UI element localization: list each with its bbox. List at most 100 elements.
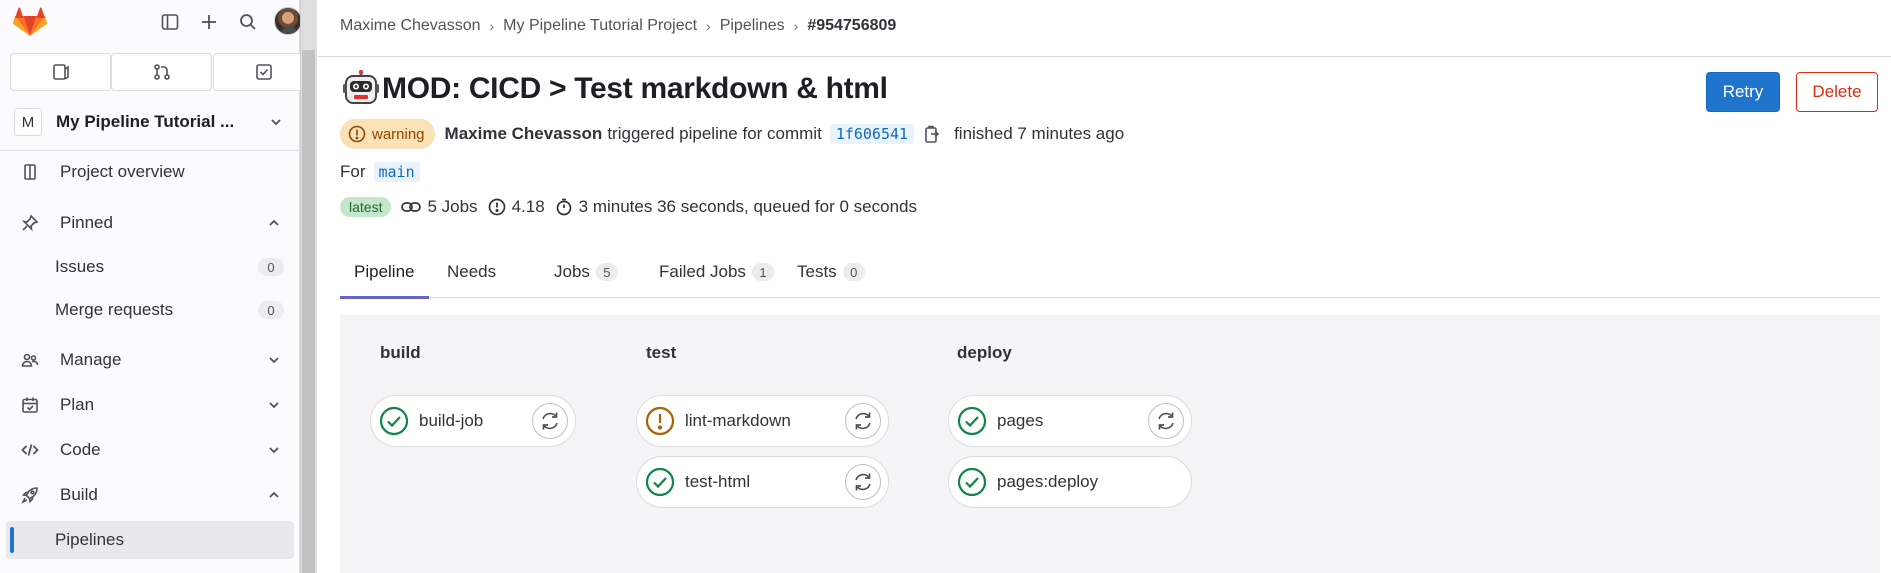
commit-sha-link[interactable]: 1f606541 xyxy=(829,124,915,144)
tab-needs[interactable]: Needs xyxy=(447,246,496,298)
nav-label: Project overview xyxy=(60,162,185,181)
search-icon[interactable] xyxy=(236,10,260,34)
warning-status-icon xyxy=(645,406,675,436)
copy-commit-sha-icon[interactable] xyxy=(924,124,942,144)
chevron-up-icon xyxy=(269,491,279,498)
warning-icon xyxy=(348,125,366,143)
duration-stat: 3 minutes 36 seconds, queued for 0 secon… xyxy=(555,197,917,217)
users-icon xyxy=(20,350,40,370)
page-title: MOD: CICD > Test markdown & html xyxy=(382,72,888,105)
nav-pinned[interactable]: Pinned xyxy=(6,204,294,242)
job-pages-deploy[interactable]: pages:deploy xyxy=(948,456,1192,508)
thumbtack-icon xyxy=(20,213,40,233)
triggered-text: triggered pipeline for commit xyxy=(607,124,822,143)
merge-requests-quick-button[interactable] xyxy=(111,53,212,91)
success-status-icon xyxy=(379,406,409,436)
chevron-down-icon xyxy=(271,119,281,126)
job-pages[interactable]: pages xyxy=(948,395,1192,447)
nav-issues[interactable]: Issues 0 xyxy=(6,248,294,286)
nav-label: Manage xyxy=(60,350,122,369)
project-icon xyxy=(20,162,40,182)
code-icon xyxy=(20,440,40,460)
breadcrumb-item-user[interactable]: Maxime Chevasson xyxy=(340,17,481,35)
sidebar-toggle-icon[interactable] xyxy=(158,10,182,34)
nav-plan[interactable]: Plan xyxy=(6,386,294,424)
calendar-icon xyxy=(20,395,40,415)
job-name: pages:deploy xyxy=(997,472,1099,491)
success-status-icon xyxy=(645,467,675,497)
todos-quick-button[interactable] xyxy=(213,53,314,91)
tab-jobs[interactable]: Jobs 5 xyxy=(554,246,618,298)
page-header: MOD: CICD > Test markdown & html xyxy=(342,70,888,108)
pipeline-graph: build test deploy build-job lint-markdow… xyxy=(340,315,1880,573)
delete-button[interactable]: Delete xyxy=(1796,72,1878,112)
stage-title-deploy: deploy xyxy=(957,343,1012,362)
retry-job-icon[interactable] xyxy=(845,464,881,500)
tab-label: Jobs xyxy=(554,262,590,281)
user-avatar[interactable] xyxy=(274,7,302,35)
job-name: lint-markdown xyxy=(685,411,791,430)
todo-checkbox-icon xyxy=(255,64,272,80)
plus-icon[interactable] xyxy=(197,10,221,34)
tab-count-badge: 5 xyxy=(595,263,618,281)
nav-project-overview[interactable]: Project overview xyxy=(6,153,294,191)
nav-label: Code xyxy=(60,440,101,459)
author-link[interactable]: Maxime Chevasson xyxy=(445,124,603,144)
project-avatar: M xyxy=(14,108,42,136)
retry-job-icon[interactable] xyxy=(1148,403,1184,439)
nav-label: Pinned xyxy=(60,213,113,232)
top-bar: Maxime Chevasson › My Pipeline Tutorial … xyxy=(318,0,1891,57)
tab-label: Pipeline xyxy=(354,262,415,281)
tab-tests[interactable]: Tests 0 xyxy=(797,246,865,298)
issues-count-badge: 0 xyxy=(258,258,284,276)
tab-pipeline[interactable]: Pipeline xyxy=(340,246,429,299)
nav-pipelines[interactable]: Pipelines xyxy=(6,521,294,559)
success-status-icon xyxy=(957,467,987,497)
status-badge[interactable]: warning xyxy=(340,119,435,149)
retry-button[interactable]: Retry xyxy=(1706,72,1780,112)
merge-requests-count-badge: 0 xyxy=(258,301,284,319)
tab-label: Failed Jobs xyxy=(659,262,746,281)
nav-manage[interactable]: Manage xyxy=(6,341,294,379)
merge-request-icon xyxy=(153,64,170,80)
gitlab-logo-icon[interactable] xyxy=(12,6,48,38)
breadcrumb-item-current[interactable]: #954756809 xyxy=(807,17,896,35)
jobs-stat: 5 Jobs xyxy=(401,197,478,217)
stopwatch-icon xyxy=(556,198,572,216)
job-lint-markdown[interactable]: lint-markdown xyxy=(636,395,889,447)
nav-label: Issues xyxy=(55,257,105,276)
nav-label: Pipelines xyxy=(55,530,124,549)
chevron-up-icon xyxy=(269,219,279,226)
nav-code[interactable]: Code xyxy=(6,431,294,469)
pipeline-stats-row: latest 5 Jobs 4.18 3 minutes 36 seconds,… xyxy=(340,197,917,217)
sidebar-header xyxy=(0,0,302,44)
retry-job-icon[interactable] xyxy=(532,403,568,439)
left-sidebar: M My Pipeline Tutorial ... Project overv… xyxy=(0,0,314,573)
issues-quick-button[interactable] xyxy=(10,53,111,91)
breadcrumb-separator: › xyxy=(706,18,711,34)
project-switcher[interactable]: M My Pipeline Tutorial ... xyxy=(6,104,294,140)
tab-label: Tests xyxy=(797,262,837,281)
job-test-html[interactable]: test-html xyxy=(636,456,889,508)
pipeline-tabs: Pipeline Needs Jobs 5 Failed Jobs 1 Test… xyxy=(340,246,1880,299)
branch-ref-link[interactable]: main xyxy=(373,162,420,182)
breadcrumb-item-pipelines[interactable]: Pipelines xyxy=(720,17,785,35)
rocket-icon xyxy=(20,485,40,505)
breadcrumb-separator: › xyxy=(489,18,495,34)
job-build-job[interactable]: build-job xyxy=(370,395,576,447)
breadcrumb: Maxime Chevasson › My Pipeline Tutorial … xyxy=(340,17,896,35)
tab-failed-jobs[interactable]: Failed Jobs 1 xyxy=(659,246,774,298)
sidebar-divider xyxy=(0,150,300,151)
latest-badge: latest xyxy=(340,197,392,217)
pipeline-summary: warning Maxime Chevasson triggered pipel… xyxy=(340,119,1124,149)
nav-label: Build xyxy=(60,485,98,504)
chevron-down-icon xyxy=(269,447,279,454)
breadcrumb-item-project[interactable]: My Pipeline Tutorial Project xyxy=(503,17,697,35)
nav-merge-requests[interactable]: Merge requests 0 xyxy=(6,291,294,329)
nav-build[interactable]: Build xyxy=(6,476,294,514)
timer-clock-icon xyxy=(488,198,505,216)
stage-title-build: build xyxy=(380,343,421,362)
scrollbar-thumb[interactable] xyxy=(302,50,315,573)
version-stat: 4.18 xyxy=(488,197,545,217)
retry-job-icon[interactable] xyxy=(845,403,881,439)
